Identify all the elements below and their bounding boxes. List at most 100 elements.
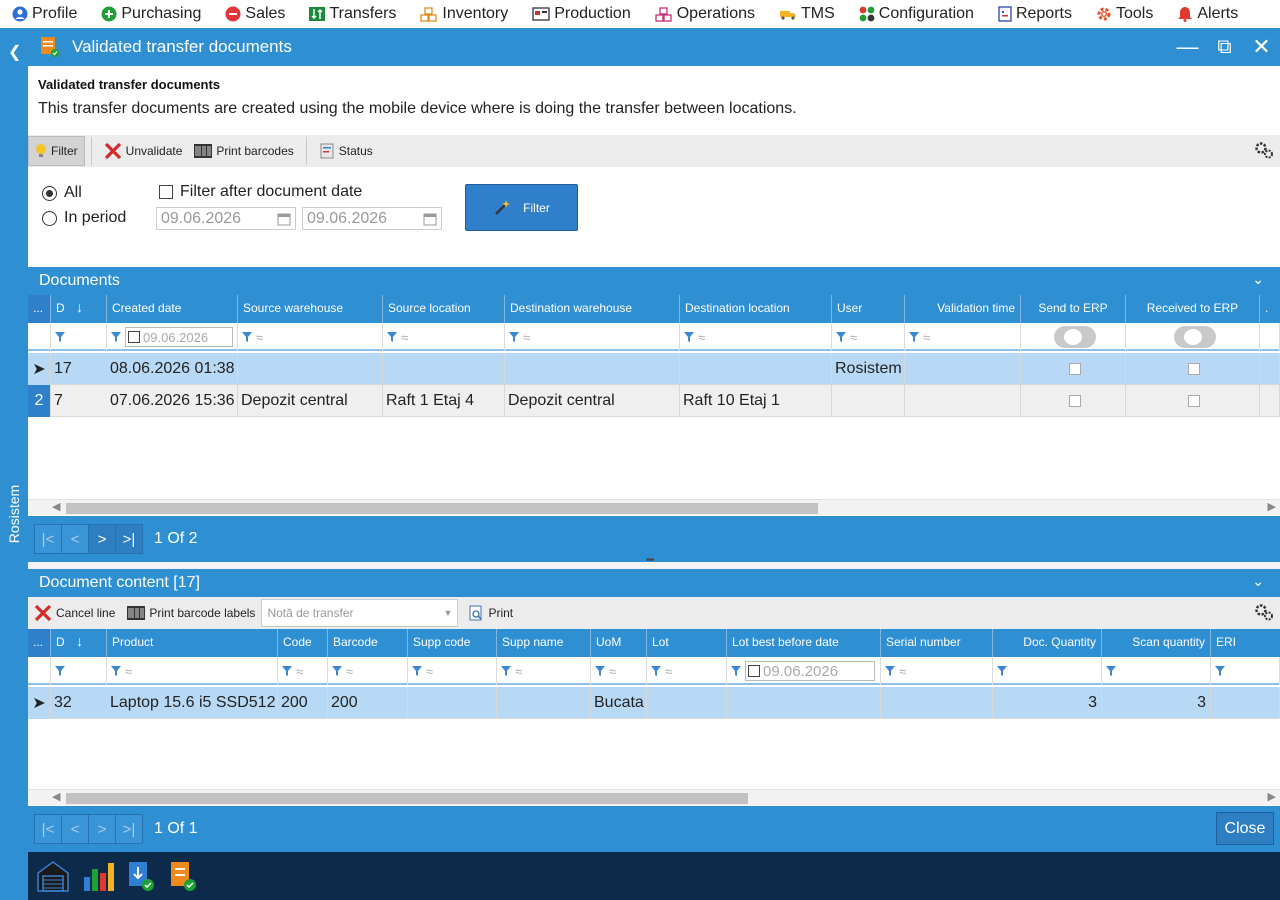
- filter-cell-lot[interactable]: ≈: [647, 657, 727, 685]
- sort-desc-icon[interactable]: ↓: [71, 629, 107, 657]
- cell-product[interactable]: Laptop 15.6 i5 SSD512: [107, 687, 278, 719]
- date-to-input[interactable]: 09.06.2026: [302, 207, 442, 230]
- cell-user[interactable]: [832, 385, 905, 417]
- col-header-destination-warehouse[interactable]: Destination warehouse: [505, 295, 680, 323]
- cell-supp-code[interactable]: [408, 687, 497, 719]
- cell-destination-warehouse[interactable]: Depozit central: [505, 385, 680, 417]
- next-page-button[interactable]: >: [88, 814, 116, 844]
- filter-cell-destination-location[interactable]: ≈: [680, 323, 832, 351]
- col-header-user[interactable]: User: [832, 295, 905, 323]
- filter-cell-scan-quantity[interactable]: [1102, 657, 1211, 685]
- row-indicator-icon[interactable]: ➤: [28, 687, 51, 719]
- cell-validation-time[interactable]: [905, 385, 1021, 417]
- filter-cell-supp-name[interactable]: ≈: [497, 657, 591, 685]
- menu-configuration[interactable]: Configuration: [859, 0, 986, 28]
- menu-transfers[interactable]: Transfers: [309, 0, 408, 28]
- col-header-menu[interactable]: ...: [28, 295, 51, 323]
- cell-uom[interactable]: Bucata: [591, 687, 647, 719]
- cell-validation-time[interactable]: [905, 353, 1021, 385]
- cell-created-date[interactable]: 07.06.2026 15:36: [107, 385, 238, 417]
- menu-production[interactable]: Production: [532, 0, 643, 28]
- cell-user[interactable]: Rosistem: [832, 353, 905, 385]
- filter-cell-uom[interactable]: ≈: [591, 657, 647, 685]
- col-header-received-to-erp[interactable]: Received to ERP: [1126, 295, 1260, 323]
- filter-cell-user[interactable]: ≈: [832, 323, 905, 351]
- cell-scan-quantity[interactable]: 3: [1102, 687, 1211, 719]
- content-section-header[interactable]: Document content [17] ⌄: [28, 569, 1280, 597]
- cell-source-warehouse[interactable]: [238, 353, 383, 385]
- filter-cell-created-date[interactable]: 09.06.2026: [107, 323, 238, 351]
- cancel-line-button[interactable]: Cancel line: [28, 598, 121, 628]
- funnel-icon[interactable]: [909, 332, 919, 342]
- first-page-button[interactable]: |<: [34, 814, 62, 844]
- col-header-scan-quantity[interactable]: Scan quantity: [1102, 629, 1211, 657]
- filter-cell-source-location[interactable]: ≈: [383, 323, 505, 351]
- cell-source-warehouse[interactable]: Depozit central: [238, 385, 383, 417]
- col-header-erp[interactable]: ERI: [1211, 629, 1280, 657]
- next-page-button[interactable]: >: [88, 524, 116, 554]
- col-header-created-date[interactable]: Created date: [107, 295, 238, 323]
- col-header-validation-time[interactable]: Validation time: [905, 295, 1021, 323]
- filter-cell-barcode[interactable]: ≈: [328, 657, 408, 685]
- print-button[interactable]: Print: [462, 598, 519, 628]
- funnel-icon[interactable]: [242, 332, 252, 342]
- apply-filter-button[interactable]: Filter: [465, 184, 578, 231]
- col-header-source-location[interactable]: Source location: [383, 295, 505, 323]
- report-type-select[interactable]: Notă de transfer ▼: [261, 599, 459, 627]
- filter-cell-d[interactable]: [51, 657, 107, 685]
- dropdown-arrow-icon[interactable]: ▼: [444, 608, 453, 618]
- funnel-icon[interactable]: [1106, 666, 1116, 676]
- scrollbar-thumb[interactable]: [66, 793, 748, 804]
- col-header-product[interactable]: Product: [107, 629, 278, 657]
- last-page-button[interactable]: >|: [115, 814, 143, 844]
- prev-page-button[interactable]: <: [61, 814, 89, 844]
- scroll-right-icon[interactable]: ▶: [1268, 500, 1276, 513]
- funnel-icon[interactable]: [684, 332, 694, 342]
- col-header-barcode[interactable]: Barcode: [328, 629, 408, 657]
- scrollbar-thumb[interactable]: [66, 503, 818, 514]
- first-page-button[interactable]: |<: [34, 524, 62, 554]
- menu-reports[interactable]: Reports: [998, 0, 1084, 28]
- horizontal-scrollbar[interactable]: ◀ ▶: [28, 499, 1280, 515]
- prev-page-button[interactable]: <: [61, 524, 89, 554]
- menu-purchasing[interactable]: Purchasing: [101, 0, 213, 28]
- filter-after-date-checkbox[interactable]: Filter after document date: [159, 183, 362, 201]
- funnel-icon[interactable]: [332, 666, 342, 676]
- cell-d[interactable]: 17: [51, 353, 107, 385]
- print-barcodes-button[interactable]: Print barcodes: [188, 136, 299, 166]
- filter-cell-lot-bbd[interactable]: 09.06.2026: [727, 657, 881, 685]
- filter-cell-code[interactable]: ≈: [278, 657, 328, 685]
- scroll-left-icon[interactable]: ◀: [52, 790, 60, 803]
- filter-cell-doc-quantity[interactable]: [993, 657, 1102, 685]
- send-to-erp-checkbox[interactable]: [1068, 363, 1081, 375]
- col-header-lot-bbd[interactable]: Lot best before date: [727, 629, 881, 657]
- cell-destination-warehouse[interactable]: [505, 353, 680, 385]
- cell-lot[interactable]: [647, 687, 727, 719]
- cell-doc-quantity[interactable]: 3: [993, 687, 1102, 719]
- lot-bbd-filter-input[interactable]: 09.06.2026: [745, 661, 875, 681]
- row-number[interactable]: 2: [28, 385, 51, 417]
- created-date-filter-checkbox[interactable]: [128, 331, 140, 343]
- cell-erp[interactable]: [1211, 687, 1280, 719]
- cell-send-to-erp[interactable]: [1021, 353, 1126, 385]
- cell-created-date[interactable]: 08.06.2026 01:38: [107, 353, 238, 385]
- radio-all-indicator[interactable]: [42, 185, 57, 201]
- horizontal-scrollbar[interactable]: ◀ ▶: [28, 789, 1280, 805]
- filter-cell-supp-code[interactable]: ≈: [408, 657, 497, 685]
- status-button[interactable]: Status: [313, 136, 379, 166]
- funnel-icon[interactable]: [387, 332, 397, 342]
- menu-alerts[interactable]: Alerts: [1177, 0, 1250, 28]
- scroll-left-icon[interactable]: ◀: [52, 500, 60, 513]
- col-header-more[interactable]: .: [1260, 295, 1280, 323]
- col-header-lot[interactable]: Lot: [647, 629, 727, 657]
- funnel-icon[interactable]: [412, 666, 422, 676]
- col-header-serial-number[interactable]: Serial number: [881, 629, 993, 657]
- calendar-icon[interactable]: [277, 212, 291, 226]
- filter-toggle-button[interactable]: Filter: [28, 136, 85, 166]
- menu-profile[interactable]: Profile: [12, 0, 89, 28]
- chevron-left-icon[interactable]: ❮: [8, 42, 21, 62]
- chevron-down-icon[interactable]: ⌄: [1252, 271, 1264, 288]
- lot-bbd-filter-checkbox[interactable]: [748, 665, 760, 677]
- received-to-erp-checkbox[interactable]: [1188, 363, 1200, 375]
- panel-splitter[interactable]: •••: [28, 555, 1280, 568]
